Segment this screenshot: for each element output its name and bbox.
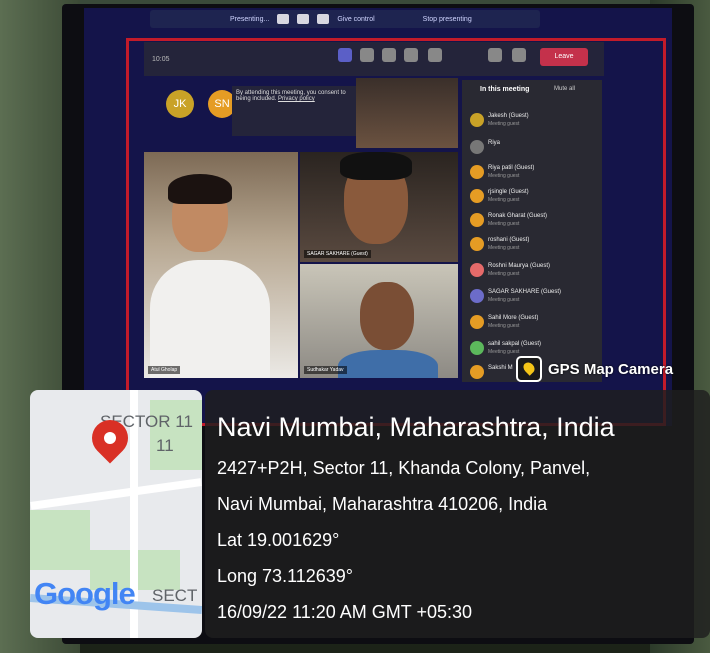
presenting-text: Presenting... xyxy=(230,15,270,23)
sharing-toolbar: Presenting... Give control Stop presenti… xyxy=(150,10,540,28)
address-line-2: Navi Mumbai, Maharashtra 410206, India xyxy=(217,494,548,514)
gps-app-name: GPS Map Camera xyxy=(548,360,674,378)
map-park xyxy=(150,400,202,470)
map-park xyxy=(30,510,90,570)
location-info-panel: Navi Mumbai, Maharashtra, India 2427+P2H… xyxy=(205,390,710,638)
toolbar-icon[interactable] xyxy=(297,14,310,24)
photo-background: Presenting... Give control Stop presenti… xyxy=(0,0,710,653)
map-road xyxy=(30,478,202,510)
address-line-1: 2427+P2H, Sector 11, Khanda Colony, Panv… xyxy=(217,458,591,478)
location-title: Navi Mumbai, Maharashtra, India xyxy=(217,412,615,442)
location-map: SECTOR 11 11 SECT Google xyxy=(30,390,202,638)
timestamp: 16/09/22 11:20 AM GMT +05:30 xyxy=(217,602,473,622)
toolbar-icon[interactable] xyxy=(277,14,290,24)
map-sector-label: SECT xyxy=(152,586,198,605)
gps-camera-watermark: GPS Map Camera xyxy=(516,354,686,384)
google-logo: Google xyxy=(34,576,136,612)
google-logo-text: Google xyxy=(34,576,136,611)
latitude: Lat 19.001629° xyxy=(217,530,340,550)
toolbar-icon[interactable] xyxy=(317,14,330,24)
longitude: Long 73.112639° xyxy=(217,566,353,586)
gps-map-camera-icon xyxy=(516,356,542,382)
give-control-text[interactable]: Give control xyxy=(337,16,374,23)
stop-presenting-text[interactable]: Stop presenting xyxy=(423,16,472,23)
map-sector-label: 11 xyxy=(156,436,174,455)
